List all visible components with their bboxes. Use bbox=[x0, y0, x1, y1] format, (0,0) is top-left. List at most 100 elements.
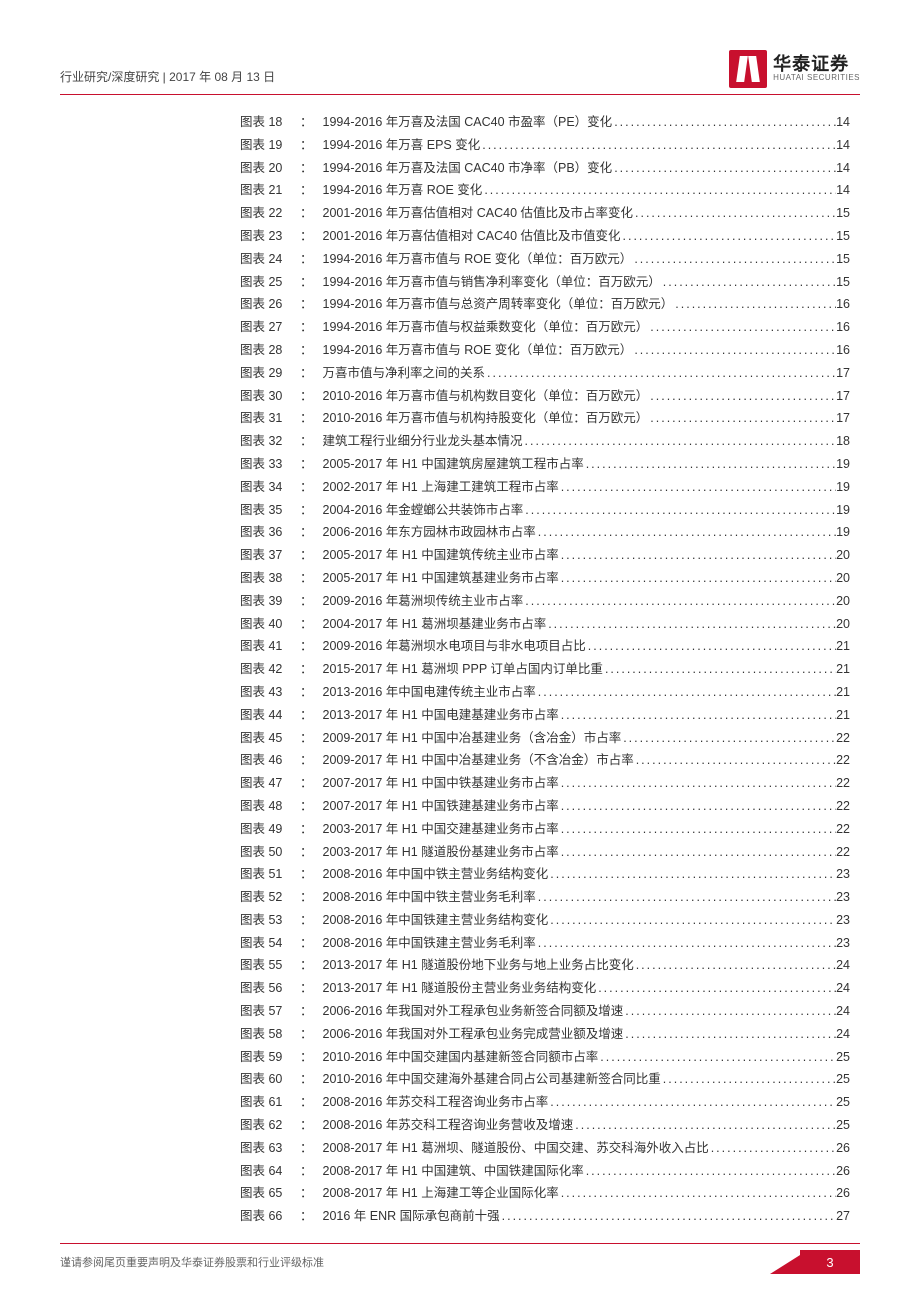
toc-label: 图表 31 bbox=[240, 407, 300, 430]
toc-title: 2010-2016 年万喜市值与机构持股变化（单位：百万欧元） bbox=[323, 407, 649, 430]
toc-title: 1994-2016 年万喜市值与 ROE 变化（单位：百万欧元） bbox=[323, 248, 633, 271]
toc-colon: ： bbox=[300, 681, 323, 704]
toc-leader-dots: ........................................… bbox=[673, 293, 836, 316]
toc-colon: ： bbox=[300, 430, 323, 453]
toc-colon: ： bbox=[300, 977, 323, 1000]
toc-page: 23 bbox=[836, 932, 850, 955]
toc-colon: ： bbox=[300, 293, 323, 316]
toc-row: 图表 26：1994-2016 年万喜市值与总资产周转率变化（单位：百万欧元）.… bbox=[240, 293, 850, 316]
toc-row: 图表 28：1994-2016 年万喜市值与 ROE 变化（单位：百万欧元）..… bbox=[240, 339, 850, 362]
toc-label: 图表 50 bbox=[240, 841, 300, 864]
toc-row: 图表 66：2016 年 ENR 国际承包商前十强...............… bbox=[240, 1205, 850, 1228]
toc-colon: ： bbox=[300, 863, 323, 886]
toc-colon: ： bbox=[300, 1160, 323, 1183]
toc-label: 图表 38 bbox=[240, 567, 300, 590]
toc-title: 1994-2016 年万喜市值与总资产周转率变化（单位：百万欧元） bbox=[323, 293, 674, 316]
toc-page: 25 bbox=[836, 1068, 850, 1091]
toc-page: 17 bbox=[836, 407, 850, 430]
toc-page: 15 bbox=[836, 248, 850, 271]
toc-colon: ： bbox=[300, 567, 323, 590]
toc-leader-dots: ........................................… bbox=[559, 1182, 836, 1205]
toc-leader-dots: ........................................… bbox=[536, 932, 836, 955]
toc-row: 图表 62：2008-2016 年苏交科工程咨询业务营收及增速.........… bbox=[240, 1114, 850, 1137]
toc-page: 27 bbox=[836, 1205, 850, 1228]
toc-label: 图表 49 bbox=[240, 818, 300, 841]
toc-row: 图表 23：2001-2016 年万喜估值相对 CAC40 估值比及市值变化..… bbox=[240, 225, 850, 248]
logo-text-cn: 华泰证券 bbox=[773, 55, 860, 74]
toc-title: 2009-2017 年 H1 中国中冶基建业务（不含冶金）市占率 bbox=[323, 749, 634, 772]
toc-row: 图表 29：万喜市值与净利率之间的关系.....................… bbox=[240, 362, 850, 385]
header-rule bbox=[60, 94, 860, 95]
toc-leader-dots: ........................................… bbox=[523, 499, 836, 522]
toc-page: 15 bbox=[836, 271, 850, 294]
toc-label: 图表 22 bbox=[240, 202, 300, 225]
toc-label: 图表 43 bbox=[240, 681, 300, 704]
toc-leader-dots: ........................................… bbox=[621, 225, 837, 248]
toc-label: 图表 60 bbox=[240, 1068, 300, 1091]
toc-label: 图表 39 bbox=[240, 590, 300, 613]
toc-title: 2007-2017 年 H1 中国铁建基建业务市占率 bbox=[323, 795, 559, 818]
toc-page: 14 bbox=[836, 111, 850, 134]
toc-colon: ： bbox=[300, 1046, 323, 1069]
toc-page: 19 bbox=[836, 453, 850, 476]
toc-page: 24 bbox=[836, 954, 850, 977]
toc-row: 图表 49：2003-2017 年 H1 中国交建基建业务市占率........… bbox=[240, 818, 850, 841]
toc-label: 图表 54 bbox=[240, 932, 300, 955]
toc-row: 图表 61：2008-2016 年苏交科工程咨询业务市占率...........… bbox=[240, 1091, 850, 1114]
toc-title: 1994-2016 年万喜市值与销售净利率变化（单位：百万欧元） bbox=[323, 271, 661, 294]
toc-page: 22 bbox=[836, 841, 850, 864]
toc-label: 图表 19 bbox=[240, 134, 300, 157]
toc-row: 图表 45：2009-2017 年 H1 中国中冶基建业务（含冶金）市占率...… bbox=[240, 727, 850, 750]
toc-title: 1994-2016 年万喜 EPS 变化 bbox=[323, 134, 481, 157]
toc-title: 1994-2016 年万喜 ROE 变化 bbox=[323, 179, 483, 202]
toc-label: 图表 44 bbox=[240, 704, 300, 727]
toc-row: 图表 19：1994-2016 年万喜 EPS 变化..............… bbox=[240, 134, 850, 157]
toc-title: 建筑工程行业细分行业龙头基本情况 bbox=[323, 430, 523, 453]
toc-title: 万喜市值与净利率之间的关系 bbox=[323, 362, 486, 385]
toc-label: 图表 46 bbox=[240, 749, 300, 772]
brand-logo: 华泰证券 HUATAI SECURITIES bbox=[729, 50, 860, 88]
toc-colon: ： bbox=[300, 225, 323, 248]
toc-row: 图表 59：2010-2016 年中国交建国内基建新签合同额市占率.......… bbox=[240, 1046, 850, 1069]
toc-label: 图表 33 bbox=[240, 453, 300, 476]
toc-row: 图表 39：2009-2016 年葛洲坝传统主业市占率.............… bbox=[240, 590, 850, 613]
toc-label: 图表 55 bbox=[240, 954, 300, 977]
toc-row: 图表 37：2005-2017 年 H1 中国建筑传统主业市占率........… bbox=[240, 544, 850, 567]
toc-page: 17 bbox=[836, 362, 850, 385]
toc-colon: ： bbox=[300, 635, 323, 658]
toc-title: 2009-2017 年 H1 中国中冶基建业务（含冶金）市占率 bbox=[323, 727, 622, 750]
toc-row: 图表 53：2008-2016 年中国铁建主营业务结构变化...........… bbox=[240, 909, 850, 932]
toc-colon: ： bbox=[300, 795, 323, 818]
toc-leader-dots: ........................................… bbox=[584, 453, 836, 476]
toc-colon: ： bbox=[300, 248, 323, 271]
toc-row: 图表 55：2013-2017 年 H1 隧道股份地下业务与地上业务占比变化..… bbox=[240, 954, 850, 977]
toc-label: 图表 45 bbox=[240, 727, 300, 750]
toc-row: 图表 31：2010-2016 年万喜市值与机构持股变化（单位：百万欧元）...… bbox=[240, 407, 850, 430]
toc-title: 2016 年 ENR 国际承包商前十强 bbox=[323, 1205, 500, 1228]
toc-row: 图表 24：1994-2016 年万喜市值与 ROE 变化（单位：百万欧元）..… bbox=[240, 248, 850, 271]
figure-list: 图表 18：1994-2016 年万喜及法国 CAC40 市盈率（PE）变化..… bbox=[240, 111, 850, 1228]
toc-page: 14 bbox=[836, 134, 850, 157]
toc-label: 图表 41 bbox=[240, 635, 300, 658]
toc-colon: ： bbox=[300, 1091, 323, 1114]
toc-colon: ： bbox=[300, 590, 323, 613]
toc-title: 1994-2016 年万喜及法国 CAC40 市净率（PB）变化 bbox=[323, 157, 613, 180]
toc-leader-dots: ........................................… bbox=[559, 476, 836, 499]
toc-page: 16 bbox=[836, 293, 850, 316]
toc-row: 图表 35：2004-2016 年金螳螂公共装饰市占率.............… bbox=[240, 499, 850, 522]
toc-leader-dots: ........................................… bbox=[634, 954, 836, 977]
toc-label: 图表 63 bbox=[240, 1137, 300, 1160]
toc-label: 图表 58 bbox=[240, 1023, 300, 1046]
toc-label: 图表 37 bbox=[240, 544, 300, 567]
toc-colon: ： bbox=[300, 407, 323, 430]
toc-page: 21 bbox=[836, 658, 850, 681]
toc-colon: ： bbox=[300, 1182, 323, 1205]
toc-title: 2004-2016 年金螳螂公共装饰市占率 bbox=[323, 499, 524, 522]
toc-colon: ： bbox=[300, 1068, 323, 1091]
toc-label: 图表 25 bbox=[240, 271, 300, 294]
toc-colon: ： bbox=[300, 658, 323, 681]
toc-page: 14 bbox=[836, 179, 850, 202]
toc-leader-dots: ........................................… bbox=[623, 1023, 836, 1046]
toc-title: 2015-2017 年 H1 葛洲坝 PPP 订单占国内订单比重 bbox=[323, 658, 603, 681]
toc-leader-dots: ........................................… bbox=[596, 977, 836, 1000]
